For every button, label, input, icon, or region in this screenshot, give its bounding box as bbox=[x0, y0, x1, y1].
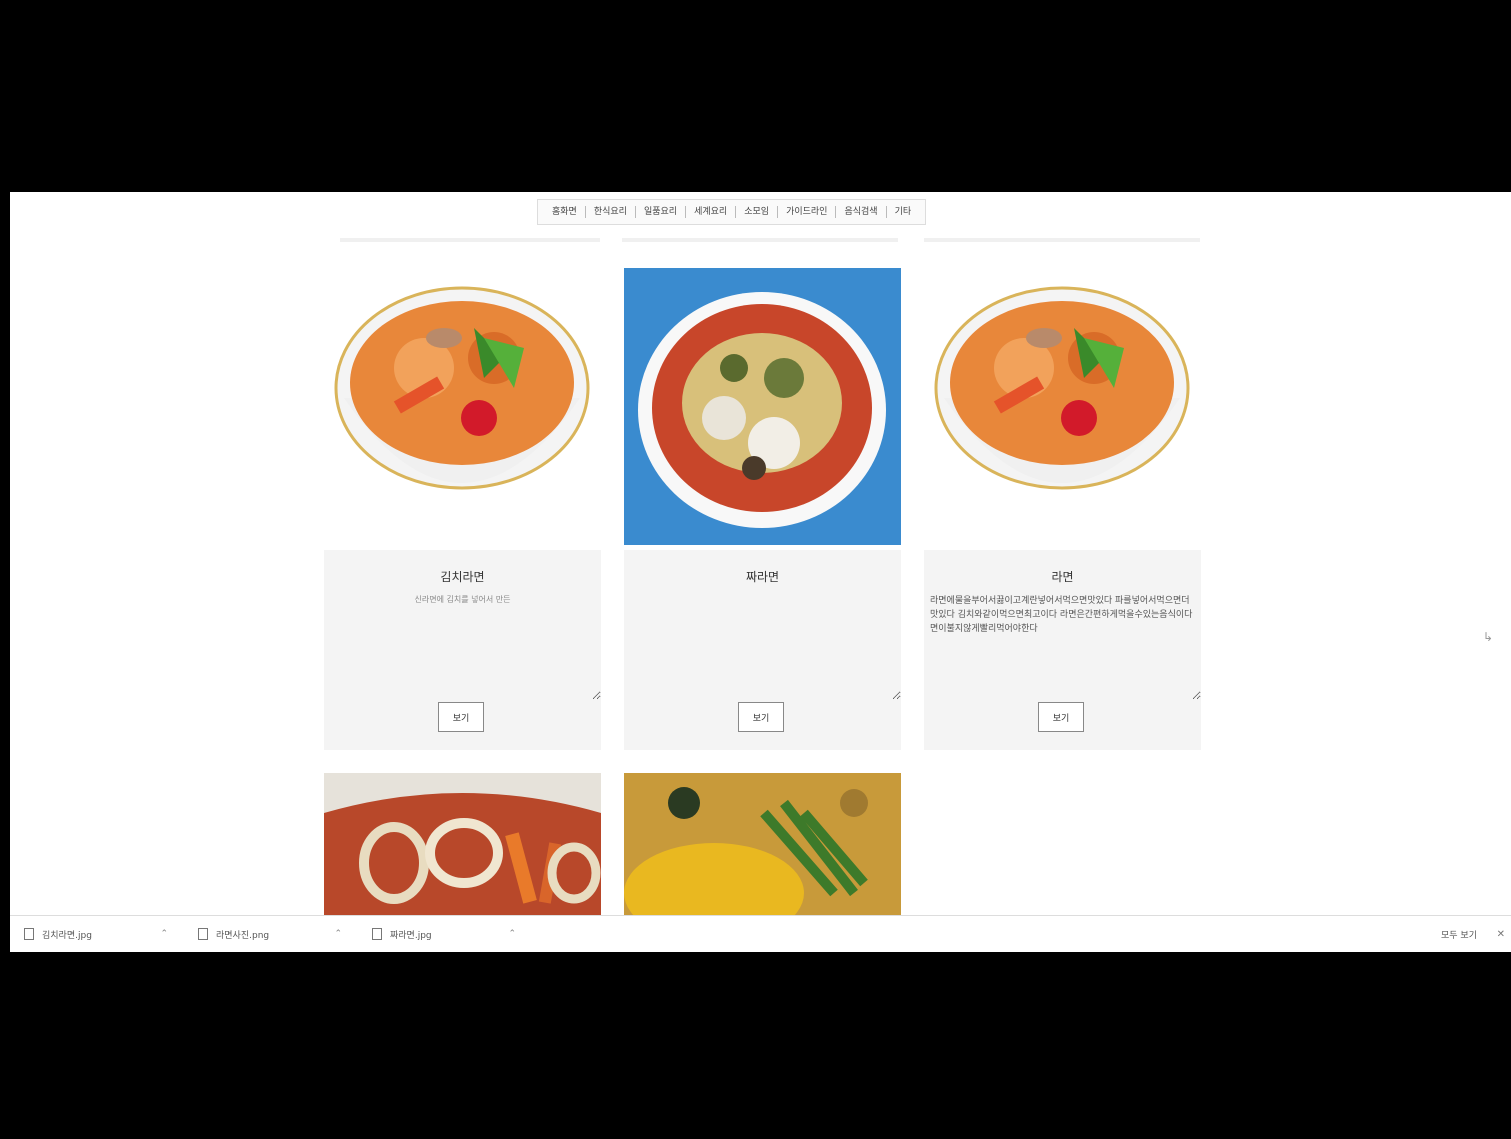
download-filename: 김치라면.jpg bbox=[42, 930, 92, 941]
chevron-up-icon[interactable]: ⌃ bbox=[160, 929, 168, 939]
food-info: 짜라면 보기 bbox=[624, 550, 901, 750]
ramen-bowl-image bbox=[924, 268, 1201, 545]
food-photo bbox=[324, 773, 601, 915]
food-photo bbox=[624, 268, 901, 545]
nav-item-guide[interactable]: 가이드라인 bbox=[778, 206, 837, 218]
view-button[interactable]: 보기 bbox=[738, 702, 784, 732]
seafood-noodle-image bbox=[324, 773, 601, 915]
download-bar: 김치라면.jpg ⌃ 라면사진.png ⌃ 짜라면.jpg ⌃ 모두 보기 ✕ bbox=[10, 915, 1511, 952]
nav-item-etc[interactable]: 기타 bbox=[887, 206, 920, 218]
food-description[interactable]: 라면에물을부어서끓이고계란넣어서먹으면맛있다 파를넣어서먹으면더맛있다 김치와같… bbox=[924, 588, 1201, 700]
food-photo bbox=[324, 268, 601, 545]
view-button[interactable]: 보기 bbox=[438, 702, 484, 732]
scroll-indicator-icon: ↳ bbox=[1482, 630, 1493, 644]
chevron-up-icon[interactable]: ⌃ bbox=[508, 929, 516, 939]
download-item[interactable]: 짜라면.jpg ⌃ bbox=[372, 928, 532, 941]
browser-page: 홈화면 한식요리 일품요리 세계요리 소모임 가이드라인 음식검색 기타 김치라… bbox=[10, 192, 1511, 915]
food-name: 김치라면 bbox=[440, 570, 485, 584]
view-button[interactable]: 보기 bbox=[1038, 702, 1084, 732]
chevron-up-icon[interactable]: ⌃ bbox=[334, 929, 342, 939]
top-nav: 홈화면 한식요리 일품요리 세계요리 소모임 가이드라인 음식검색 기타 bbox=[537, 199, 927, 225]
close-icon[interactable]: ✕ bbox=[1497, 929, 1505, 940]
nav-item-home[interactable]: 홈화면 bbox=[544, 206, 586, 218]
food-info: 김치라면 신라면에 김치를 넣어서 만든 보기 bbox=[324, 550, 601, 750]
food-name: 짜라면 bbox=[745, 570, 780, 584]
ramen-bowl-image bbox=[324, 268, 601, 545]
download-filename: 짜라면.jpg bbox=[390, 930, 432, 941]
file-icon bbox=[24, 928, 34, 940]
download-item[interactable]: 라면사진.png ⌃ bbox=[198, 928, 358, 941]
nav-item-search[interactable]: 음식검색 bbox=[836, 206, 887, 218]
file-icon bbox=[198, 928, 208, 940]
nav-item-group[interactable]: 소모임 bbox=[736, 206, 779, 218]
food-photo bbox=[624, 773, 901, 915]
download-item[interactable]: 김치라면.jpg ⌃ bbox=[24, 928, 184, 941]
food-name: 라면 bbox=[1051, 570, 1074, 584]
divider bbox=[622, 238, 898, 242]
food-description[interactable]: 신라면에 김치를 넣어서 만든 bbox=[324, 588, 601, 700]
food-info: 라면 라면에물을부어서끓이고계란넣어서먹으면맛있다 파를넣어서먹으면더맛있다 김… bbox=[924, 550, 1201, 750]
nav-item-korean[interactable]: 한식요리 bbox=[586, 206, 636, 218]
nav-item-world[interactable]: 세계요리 bbox=[686, 206, 737, 218]
food-photo bbox=[924, 268, 1201, 545]
nav-item-single-dish[interactable]: 일품요리 bbox=[636, 206, 687, 218]
ramen-bowl-image bbox=[624, 268, 901, 545]
file-icon bbox=[372, 928, 382, 940]
divider bbox=[924, 238, 1200, 242]
food-description[interactable] bbox=[624, 588, 901, 700]
download-filename: 라면사진.png bbox=[216, 930, 270, 941]
curry-noodle-image bbox=[624, 773, 901, 915]
show-all-link[interactable]: 모두 보기 bbox=[1441, 928, 1477, 941]
divider bbox=[340, 238, 600, 242]
